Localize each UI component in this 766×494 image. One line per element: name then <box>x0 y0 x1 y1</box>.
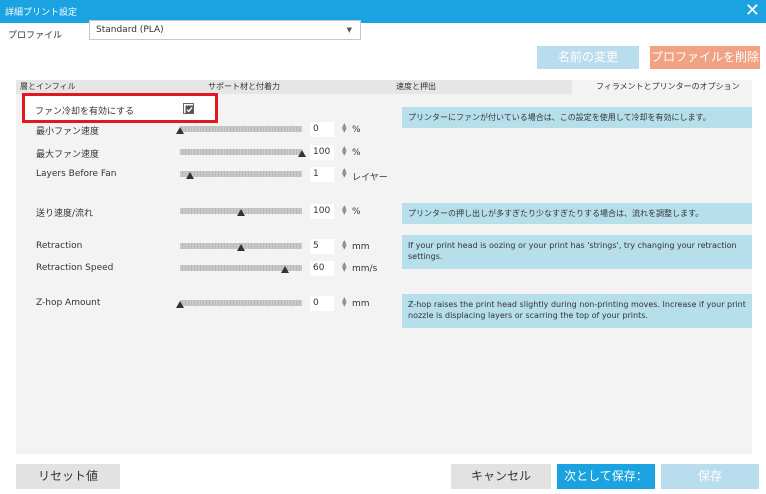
retraction-speed-slider[interactable] <box>180 265 302 273</box>
save-button[interactable]: 保存 <box>661 464 759 489</box>
stepper-icon[interactable]: ▲ ▼ <box>342 146 347 157</box>
slider-thumb[interactable] <box>237 209 245 216</box>
layers-before-fan-slider[interactable] <box>180 171 302 179</box>
unit-label: % <box>352 207 361 217</box>
settings-tabs: 層とインフィル サポート材と付着力 速度と押出 フィラメントとプリンターのオプシ… <box>16 80 752 94</box>
unit-label: % <box>352 125 361 135</box>
unit-label: % <box>352 148 361 158</box>
feed-rate-flow-input[interactable]: 100 <box>310 204 334 219</box>
slider-thumb[interactable] <box>176 127 184 134</box>
fan-info-box: プリンターにファンが付いている場合は、この設定を使用して冷却を有効にします。 <box>402 107 752 128</box>
tab-speed-extrusion[interactable]: 速度と押出 <box>392 80 572 94</box>
min-fan-speed-slider[interactable] <box>176 126 302 134</box>
slider-thumb[interactable] <box>186 172 194 179</box>
tab-layers-infill[interactable]: 層とインフィル <box>16 80 204 94</box>
max-fan-speed-slider[interactable] <box>180 149 306 157</box>
stepper-icon[interactable]: ▲ ▼ <box>342 123 347 134</box>
tab-support-adhesion[interactable]: サポート材と付着力 <box>204 80 392 94</box>
retraction-input[interactable]: 5 <box>310 239 334 254</box>
max-fan-speed-label: 最大ファン速度 <box>36 150 100 160</box>
unit-label: mm <box>352 299 370 309</box>
retraction-speed-input[interactable]: 60 <box>310 261 334 276</box>
z-hop-info-box: Z-hop raises the print head slightly dur… <box>402 294 752 328</box>
enable-fan-cooling-label: ファン冷却を有効にする <box>35 107 135 117</box>
retraction-slider[interactable] <box>180 243 302 251</box>
tab-label: 層とインフィル <box>20 82 76 91</box>
retraction-label: Retraction <box>36 241 83 251</box>
tab-label: サポート材と付着力 <box>208 82 280 91</box>
tab-filament-printer-options[interactable]: フィラメントとプリンターのオプション <box>572 80 752 94</box>
cancel-button[interactable]: キャンセル <box>451 464 551 489</box>
min-fan-speed-input[interactable]: 0 <box>310 122 334 137</box>
profile-select[interactable]: Standard (PLA) ▼ <box>89 20 361 40</box>
flow-info-box: プリンターの押し出しが多すぎたり少なすぎたりする場合は、流れを調整します。 <box>402 203 752 224</box>
unit-label: レイヤー <box>352 173 388 183</box>
save-as-button[interactable]: 次として保存： <box>557 464 655 489</box>
tab-label: フィラメントとプリンターのオプション <box>596 82 740 91</box>
z-hop-amount-input[interactable]: 0 <box>310 296 334 311</box>
stepper-icon[interactable]: ▲ ▼ <box>342 262 347 273</box>
layers-before-fan-label: Layers Before Fan <box>36 169 117 179</box>
slider-thumb[interactable] <box>281 266 289 273</box>
rename-profile-button[interactable]: 名前の変更 <box>537 46 639 69</box>
feed-rate-flow-label: 送り速度/流れ <box>36 209 94 219</box>
window-title: 詳細プリント設定 <box>5 8 78 18</box>
stepper-icon[interactable]: ▲ ▼ <box>342 205 347 216</box>
checkmark-icon <box>185 105 194 114</box>
unit-label: mm <box>352 242 370 252</box>
stepper-icon[interactable]: ▲ ▼ <box>342 168 347 179</box>
slider-thumb[interactable] <box>237 244 245 251</box>
max-fan-speed-input[interactable]: 100 <box>310 145 334 160</box>
reset-values-button[interactable]: リセット値 <box>16 464 120 489</box>
stepper-icon[interactable]: ▲ ▼ <box>342 297 347 308</box>
retraction-info-box: If your print head is oozing or your pri… <box>402 235 752 269</box>
slider-thumb[interactable] <box>298 150 306 157</box>
layers-before-fan-input[interactable]: 1 <box>310 167 334 182</box>
min-fan-speed-label: 最小ファン速度 <box>36 127 100 137</box>
stepper-icon[interactable]: ▲ ▼ <box>342 240 347 251</box>
settings-panel: 層とインフィル サポート材と付着力 速度と押出 フィラメントとプリンターのオプシ… <box>16 80 752 454</box>
retraction-speed-label: Retraction Speed <box>36 263 114 273</box>
chevron-down-icon: ▼ <box>346 26 352 34</box>
z-hop-amount-label: Z-hop Amount <box>36 298 101 308</box>
z-hop-amount-slider[interactable] <box>176 300 302 308</box>
enable-fan-cooling-checkbox[interactable] <box>183 103 194 114</box>
slider-thumb[interactable] <box>176 301 184 308</box>
delete-profile-button[interactable]: プロファイルを削除 <box>650 46 760 69</box>
unit-label: mm/s <box>352 264 378 274</box>
enable-fan-cooling-row: ファン冷却を有効にする <box>22 93 218 123</box>
feed-rate-flow-slider[interactable] <box>180 208 302 216</box>
profile-label: プロファイル <box>8 31 63 41</box>
tab-label: 速度と押出 <box>396 82 436 91</box>
close-icon[interactable]: ✕ <box>745 1 760 21</box>
profile-select-value: Standard (PLA) <box>96 25 164 35</box>
